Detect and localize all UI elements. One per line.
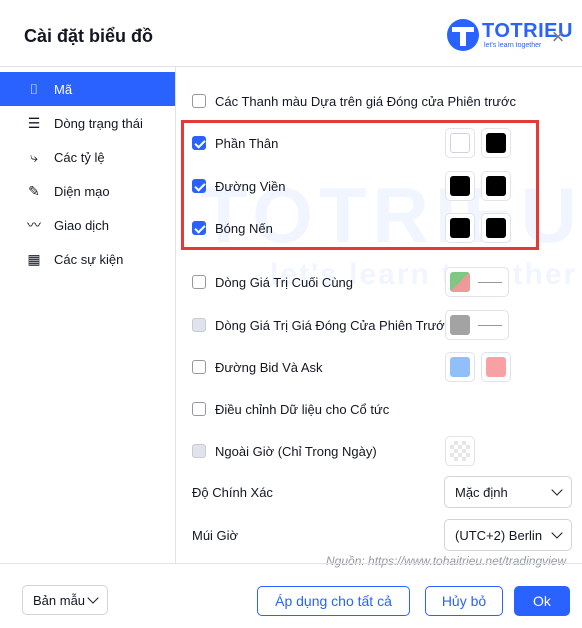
dialog-title: Cài đặt biểu đồ [24,26,154,46]
setting-prev-close-row[interactable]: Dòng Giá Trị Giá Đóng Cửa Phiên Trước [192,316,451,334]
cancel-button[interactable]: Hủy bỏ [425,586,503,616]
ok-button[interactable]: Ok [514,586,570,616]
apply-all-button[interactable]: Áp dụng cho tất cả [257,586,410,616]
calendar-icon: ▦ [27,250,41,267]
color-fill [450,357,470,377]
setting-label: Dòng Giá Trị Giá Đóng Cửa Phiên Trước [215,317,452,333]
sidebar-item-label: Diện mạo [54,183,110,199]
close-icon[interactable]: × [549,26,567,48]
highlight-box [181,120,539,250]
setting-extended-hours-row[interactable]: Ngoài Giờ (Chỉ Trong Ngày) [192,442,377,460]
bid-color-swatch[interactable] [445,352,475,382]
sidebar-item-appearance[interactable]: ✎ Diện mạo [0,174,175,208]
timezone-select[interactable]: (UTC+2) Berlin [444,519,572,551]
setting-label: Đường Bid Và Ask [215,359,323,375]
dividends-checkbox[interactable] [192,402,206,416]
brand-logo-tagline: let's learn together [484,42,542,49]
chevron-down-icon [551,527,563,539]
setting-bars-color-row[interactable]: Các Thanh màu Dựa trên giá Đóng cửa Phiê… [192,92,516,110]
line-style-preview [478,325,502,326]
bars-color-checkbox[interactable] [192,94,206,108]
setting-label: Dòng Giá Trị Cuối Cùng [215,274,354,290]
timezone-select-value: (UTC+2) Berlin [455,527,543,543]
precision-select-value: Mặc định [455,484,508,500]
sidebar-item-trading[interactable]: 〰 Giao dịch [0,208,175,242]
pencil-icon: ✎ [28,182,40,199]
template-select-label: Bản mẫu [33,592,86,608]
color-fill [450,441,470,461]
trading-icon: 〰 [27,217,41,233]
sidebar-item-events[interactable]: ▦ Các sự kiện [0,242,175,276]
extended-hours-color-swatch[interactable] [445,436,475,466]
dialog-header: Cài đặt biểu đồ TOTRIEU let's learn toge… [0,0,582,67]
brand-logo-icon [447,19,479,51]
dialog-footer: Bản mẫu Áp dụng cho tất cả Hủy bỏ Ok [0,563,582,628]
brand-logo: TOTRIEU let's learn together [446,18,572,54]
precision-select[interactable]: Mặc định [444,476,572,508]
sidebar-item-symbol[interactable]: ⌷ Mã [0,72,175,106]
sidebar-item-label: Dòng trạng thái [54,115,143,131]
chart-settings-dialog: TOTRIEU let's learn together Cài đặt biể… [0,0,582,627]
color-fill [486,357,506,377]
settings-sidebar: ⌷ Mã ☰ Dòng trạng thái ⤷ Các tỷ lệ ✎ Diệ… [0,66,176,563]
prev-close-checkbox[interactable] [192,318,206,332]
timezone-label: Múi Giờ [192,528,239,543]
color-fill [450,315,470,335]
color-fill [450,272,470,292]
sidebar-item-label: Mã [54,81,73,97]
extended-hours-checkbox[interactable] [192,444,206,458]
chevron-down-icon [551,484,563,496]
template-select[interactable]: Bản mẫu [22,585,108,615]
sidebar-item-scales[interactable]: ⤷ Các tỷ lệ [0,140,175,174]
precision-label: Độ Chính Xác [192,485,273,500]
setting-bid-ask-row[interactable]: Đường Bid Và Ask [192,358,323,376]
prev-close-color-swatch[interactable] [445,310,509,340]
candles-icon: ⌷ [29,80,39,97]
chevron-down-icon [87,592,99,604]
setting-label: Điều chỉnh Dữ liệu cho Cổ tức [215,401,390,417]
bid-ask-checkbox[interactable] [192,360,206,374]
ask-color-swatch[interactable] [481,352,511,382]
line-style-preview [478,282,502,283]
setting-label: Ngoài Giờ (Chỉ Trong Ngày) [215,443,377,459]
sidebar-item-label: Các sự kiện [54,251,124,267]
status-line-icon: ☰ [27,114,41,131]
scales-icon: ⤷ [30,148,38,165]
last-value-checkbox[interactable] [192,275,206,289]
setting-dividends-row[interactable]: Điều chỉnh Dữ liệu cho Cổ tức [192,400,389,418]
sidebar-item-status-line[interactable]: ☰ Dòng trạng thái [0,106,175,140]
setting-label: Các Thanh màu Dựa trên giá Đóng cửa Phiê… [215,93,517,109]
setting-last-value-row[interactable]: Dòng Giá Trị Cuối Cùng [192,273,353,291]
sidebar-item-label: Các tỷ lệ [54,149,105,165]
sidebar-item-label: Giao dịch [54,217,109,233]
last-value-color-swatch[interactable] [445,267,509,297]
